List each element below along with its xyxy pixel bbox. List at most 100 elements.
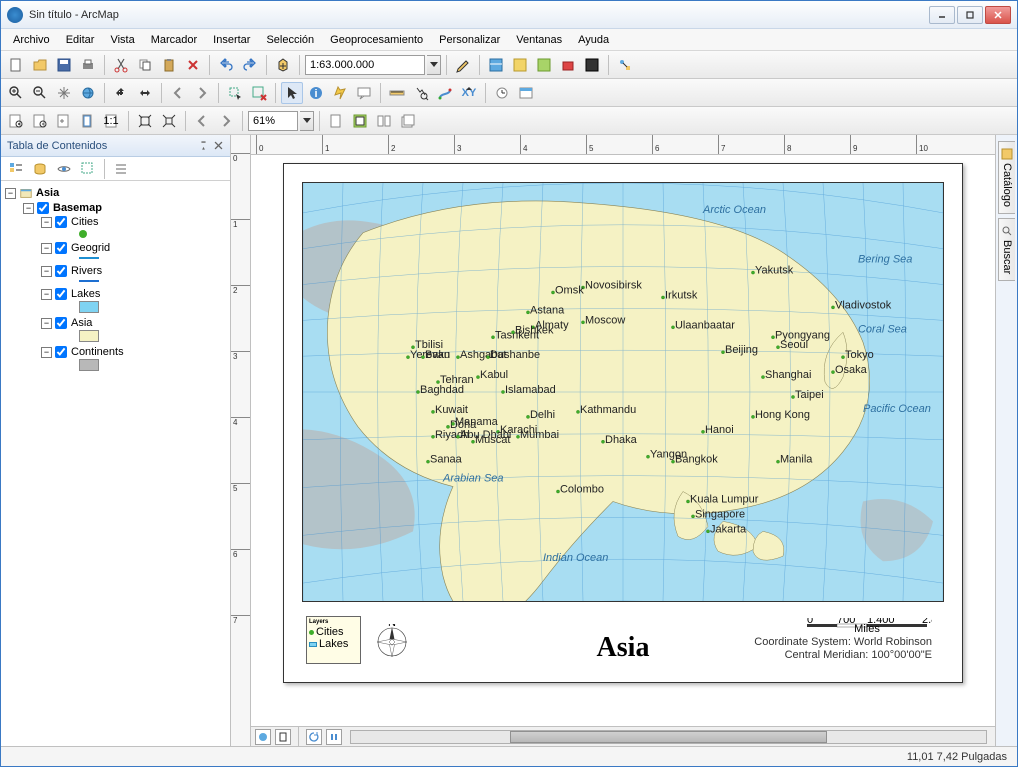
layout-100-icon[interactable]: 1:1	[101, 110, 123, 132]
find-icon[interactable]	[410, 82, 432, 104]
save-icon[interactable]	[53, 54, 75, 76]
toc-icon[interactable]	[485, 54, 507, 76]
data-view-button[interactable]	[255, 729, 271, 745]
forward-icon[interactable]	[191, 82, 213, 104]
time-slider-icon[interactable]	[491, 82, 513, 104]
dock-tab-catalogo[interactable]: Catálogo	[998, 141, 1015, 214]
pause-drawing-button[interactable]	[326, 729, 342, 745]
open-icon[interactable]	[29, 54, 51, 76]
map-viewport[interactable]: MoscowBeijingTokyoDelhiMumbaiBangkokJaka…	[251, 155, 995, 726]
list-by-drawing-icon[interactable]	[5, 158, 27, 180]
layout-page[interactable]: MoscowBeijingTokyoDelhiMumbaiBangkokJaka…	[283, 163, 963, 683]
hyperlink-icon[interactable]	[329, 82, 351, 104]
focus-dataframe-icon[interactable]	[349, 110, 371, 132]
layer-checkbox[interactable]	[55, 242, 67, 254]
add-data-icon[interactable]	[272, 54, 294, 76]
new-icon[interactable]	[5, 54, 27, 76]
menu-geoprocesamiento[interactable]: Geoprocesamiento	[322, 31, 431, 49]
back-icon[interactable]	[167, 82, 189, 104]
menu-marcador[interactable]: Marcador	[143, 31, 205, 49]
layout-zoom-in-icon[interactable]	[5, 110, 27, 132]
map-dataframe[interactable]: MoscowBeijingTokyoDelhiMumbaiBangkokJaka…	[302, 182, 944, 602]
layout-fixed-zoom-in-icon[interactable]	[134, 110, 156, 132]
toc-options-icon[interactable]	[110, 158, 132, 180]
close-panel-icon[interactable]	[213, 140, 224, 151]
layer-checkbox[interactable]	[55, 288, 67, 300]
find-route-icon[interactable]	[434, 82, 456, 104]
tree-root-label[interactable]: Asia	[36, 187, 59, 199]
scale-input[interactable]	[305, 55, 425, 75]
paste-icon[interactable]	[158, 54, 180, 76]
tree-toggle[interactable]: −	[5, 188, 16, 199]
layer-label[interactable]: Rivers	[71, 265, 102, 277]
layer-label[interactable]: Continents	[71, 346, 124, 358]
data-driven-pages-icon[interactable]	[397, 110, 419, 132]
menu-insertar[interactable]: Insertar	[205, 31, 258, 49]
toggle-draft-icon[interactable]	[325, 110, 347, 132]
html-popup-icon[interactable]	[353, 82, 375, 104]
pan-icon[interactable]	[53, 82, 75, 104]
minimize-button[interactable]	[929, 6, 955, 24]
full-extent-icon[interactable]	[77, 82, 99, 104]
search-window-icon[interactable]	[533, 54, 555, 76]
layer-checkbox[interactable]	[55, 346, 67, 358]
clear-selection-icon[interactable]	[248, 82, 270, 104]
layout-back-icon[interactable]	[191, 110, 213, 132]
fixed-zoom-out-icon[interactable]	[134, 82, 156, 104]
catalog-icon[interactable]	[509, 54, 531, 76]
tree-toggle[interactable]: −	[41, 217, 52, 228]
fixed-zoom-in-icon[interactable]	[110, 82, 132, 104]
undo-icon[interactable]	[215, 54, 237, 76]
layer-checkbox[interactable]	[37, 202, 49, 214]
tree-toggle[interactable]: −	[41, 318, 52, 329]
python-icon[interactable]	[581, 54, 603, 76]
menu-ventanas[interactable]: Ventanas	[508, 31, 570, 49]
list-by-visibility-icon[interactable]	[53, 158, 75, 180]
layer-checkbox[interactable]	[55, 216, 67, 228]
print-icon[interactable]	[77, 54, 99, 76]
layer-label[interactable]: Geogrid	[71, 242, 110, 254]
horizontal-scrollbar[interactable]	[350, 730, 987, 744]
layer-checkbox[interactable]	[55, 317, 67, 329]
layout-forward-icon[interactable]	[215, 110, 237, 132]
identify-icon[interactable]: i	[305, 82, 327, 104]
north-arrow[interactable]: N	[374, 624, 410, 660]
tree-toggle[interactable]: −	[41, 266, 52, 277]
layout-whole-page-icon[interactable]	[77, 110, 99, 132]
layout-fixed-zoom-out-icon[interactable]	[158, 110, 180, 132]
layout-pan-icon[interactable]	[53, 110, 75, 132]
dock-tab-buscar[interactable]: Buscar	[998, 218, 1015, 281]
viewer-window-icon[interactable]	[515, 82, 537, 104]
coord-system-text[interactable]: Coordinate System: World Robinson Centra…	[754, 636, 932, 662]
arctoolbox-icon[interactable]	[557, 54, 579, 76]
zoom-out-icon[interactable]	[29, 82, 51, 104]
editor-toolbar-icon[interactable]	[452, 54, 474, 76]
layout-zoom-input[interactable]	[248, 111, 298, 131]
scrollbar-thumb[interactable]	[510, 731, 828, 743]
scale-dropdown[interactable]	[427, 55, 441, 75]
zoom-in-icon[interactable]	[5, 82, 27, 104]
menu-vista[interactable]: Vista	[102, 31, 142, 49]
menu-personalizar[interactable]: Personalizar	[431, 31, 508, 49]
tree-toggle[interactable]: −	[23, 203, 34, 214]
model-builder-icon[interactable]	[614, 54, 636, 76]
select-features-icon[interactable]	[224, 82, 246, 104]
delete-icon[interactable]	[182, 54, 204, 76]
layer-checkbox[interactable]	[55, 265, 67, 277]
redo-icon[interactable]	[239, 54, 261, 76]
layout-zoom-out-icon[interactable]	[29, 110, 51, 132]
layer-label[interactable]: Cities	[71, 216, 99, 228]
layer-label[interactable]: Lakes	[71, 288, 100, 300]
select-tool-icon[interactable]	[281, 82, 303, 104]
go-to-xy-icon[interactable]: XY	[458, 82, 480, 104]
menu-seleccion[interactable]: Selección	[258, 31, 322, 49]
scale-bar[interactable]: 0 700 1.400 2.800 Miles	[802, 618, 932, 632]
measure-icon[interactable]	[386, 82, 408, 104]
tree-toggle[interactable]: −	[41, 289, 52, 300]
list-by-selection-icon[interactable]	[77, 158, 99, 180]
change-layout-icon[interactable]	[373, 110, 395, 132]
map-title[interactable]: Asia	[597, 632, 650, 664]
layout-zoom-dropdown[interactable]	[300, 111, 314, 131]
maximize-button[interactable]	[957, 6, 983, 24]
cut-icon[interactable]	[110, 54, 132, 76]
